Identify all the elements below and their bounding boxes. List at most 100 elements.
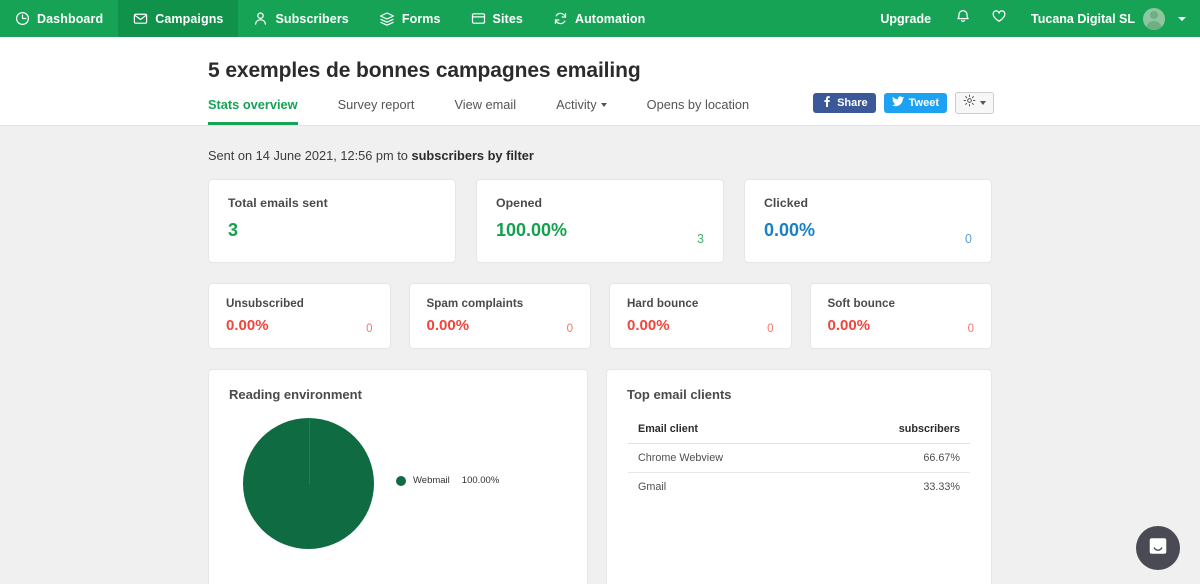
stat-value: 0.00%	[764, 220, 816, 240]
nav-item-subscribers[interactable]: Subscribers	[238, 0, 363, 37]
reading-environment-title: Reading environment	[229, 387, 362, 402]
stat-label: Hard bounce	[627, 297, 699, 310]
stat-label: Opened	[496, 196, 543, 210]
main-content: Sent on 14 June 2021, 12:56 pm to subscr…	[0, 126, 1200, 584]
stat-value: 0.00%	[827, 317, 871, 334]
nav-item-forms[interactable]: Forms	[364, 0, 456, 37]
account-name: Tucana Digital SL	[1031, 11, 1135, 26]
stat-card-spam-complaints: Spam complaints 0.00% 0	[408, 283, 591, 349]
pie-legend: Webmail 100.00%	[396, 475, 499, 486]
nav-item-forms-label: Forms	[401, 11, 441, 26]
stat-value: 3	[228, 220, 239, 240]
twitter-tweet-button[interactable]: Tweet	[883, 93, 947, 113]
column-header-email-client: Email client	[628, 415, 821, 444]
twitter-tweet-label: Tweet	[908, 97, 939, 109]
stat-count: 0	[967, 323, 974, 335]
navbar-right: Upgrade Tucana Digital SL	[866, 0, 1200, 37]
chevron-down-icon	[600, 102, 607, 107]
sent-info-target: subscribers by filter	[411, 148, 534, 163]
stat-label: Spam complaints	[426, 297, 524, 310]
nav-item-sites-label: Sites	[492, 11, 523, 26]
twitter-icon	[891, 96, 904, 110]
nav-item-campaigns[interactable]: Campaigns	[118, 0, 239, 37]
tab-activity[interactable]: Activity	[556, 97, 607, 125]
nav-item-dashboard[interactable]: Dashboard	[0, 0, 118, 37]
facebook-share-button[interactable]: Share	[813, 93, 876, 113]
top-navbar: Dashboard Campaigns Subscribers Forms Si…	[0, 0, 1200, 37]
chevron-down-icon	[1178, 16, 1186, 21]
tab-opens-by-location-label: Opens by location	[646, 97, 750, 112]
stat-value: 0.00%	[226, 317, 269, 334]
top-email-clients-table: Email client subscribers Chrome Webview …	[627, 414, 971, 502]
sent-info-prefix: Sent on 14 June 2021, 12:56 pm to	[208, 148, 412, 163]
reading-environment-pie-chart	[243, 418, 374, 549]
stat-card-soft-bounce: Soft bounce 0.00% 0	[809, 283, 992, 349]
avatar	[1143, 7, 1165, 30]
tab-opens-by-location[interactable]: Opens by location	[647, 97, 749, 125]
stat-value: 100.00%	[496, 220, 568, 240]
stat-count: 0	[767, 323, 774, 335]
sent-info: Sent on 14 June 2021, 12:56 pm to subscr…	[208, 126, 992, 179]
heart-icon	[991, 8, 1007, 29]
chevron-down-icon	[980, 101, 986, 105]
tab-view-email-label: View email	[454, 97, 517, 112]
stat-count: 0	[566, 323, 573, 335]
stat-label: Soft bounce	[827, 297, 896, 310]
nav-item-automation-label: Automation	[574, 11, 646, 26]
settings-dropdown-button[interactable]	[955, 92, 994, 114]
stat-card-total-emails-sent: Total emails sent 3	[208, 179, 456, 263]
favorites-button[interactable]	[981, 8, 1017, 29]
tab-stats-overview-label: Stats overview	[208, 97, 298, 112]
stat-card-hard-bounce: Hard bounce 0.00% 0	[609, 283, 792, 349]
top-email-clients-panel: Top email clients Email client subscribe…	[606, 369, 992, 584]
envelope-icon	[133, 11, 148, 26]
stat-value: 0.00%	[627, 317, 670, 334]
tab-survey-report[interactable]: Survey report	[338, 97, 415, 125]
tab-activity-label: Activity	[556, 97, 597, 112]
legend-label-webmail: Webmail	[413, 475, 450, 486]
account-menu[interactable]: Tucana Digital SL	[1017, 7, 1186, 30]
facebook-share-label: Share	[837, 97, 868, 109]
clock-icon	[15, 11, 30, 26]
charts-row: Reading environment Webmail 100.00% Top …	[208, 369, 992, 584]
cell-subscribers: 33.33%	[923, 481, 960, 493]
chat-bubble-icon	[1147, 535, 1169, 562]
layers-icon	[379, 11, 395, 27]
top-email-clients-title: Top email clients	[627, 387, 732, 402]
notifications-button[interactable]	[945, 8, 981, 29]
stat-label: Total emails sent	[228, 196, 328, 210]
stat-card-clicked: Clicked 0.00% 0	[744, 179, 992, 263]
person-icon	[253, 11, 268, 26]
cell-email-client: Gmail	[638, 481, 667, 493]
legend-value-webmail: 100.00%	[461, 475, 500, 486]
nav-item-automation[interactable]: Automation	[538, 0, 660, 37]
facebook-icon	[821, 96, 832, 110]
legend-swatch-webmail	[396, 475, 406, 486]
stat-count: 3	[697, 232, 704, 246]
stat-card-unsubscribed: Unsubscribed 0.00% 0	[208, 283, 391, 349]
upgrade-button[interactable]: Upgrade	[866, 12, 945, 26]
table-row: Gmail 33.33%	[628, 473, 970, 502]
stat-label: Clicked	[764, 196, 809, 210]
cell-email-client: Chrome Webview	[628, 443, 821, 473]
page-title: 5 exemples de bonnes campagnes emailing	[208, 59, 641, 82]
tab-view-email[interactable]: View email	[454, 97, 516, 125]
nav-item-sites[interactable]: Sites	[456, 0, 538, 37]
stat-card-opened: Opened 100.00% 3	[476, 179, 724, 263]
table-header-row: Email client subscribers	[628, 415, 970, 444]
pie-slice-webmail	[243, 418, 374, 549]
primary-stats-row: Total emails sent 3 Opened 100.00% 3 Cli…	[208, 179, 992, 263]
cell-subscribers: 66.67%	[820, 443, 970, 473]
column-header-subscribers: subscribers	[820, 415, 970, 444]
tab-stats-overview[interactable]: Stats overview	[208, 97, 298, 125]
tab-survey-report-label: Survey report	[337, 97, 415, 112]
primary-nav: Dashboard Campaigns Subscribers Forms Si…	[0, 0, 660, 37]
nav-item-campaigns-label: Campaigns	[155, 11, 224, 26]
page-header: 5 exemples de bonnes campagnes emailing …	[0, 37, 1200, 126]
secondary-stats-row: Unsubscribed 0.00% 0 Spam complaints 0.0…	[208, 283, 992, 349]
window-icon	[471, 11, 486, 26]
stat-value: 0.00%	[426, 317, 470, 334]
chat-widget-button[interactable]	[1136, 526, 1180, 570]
refresh-icon	[553, 11, 568, 26]
nav-item-subscribers-label: Subscribers	[275, 11, 349, 26]
